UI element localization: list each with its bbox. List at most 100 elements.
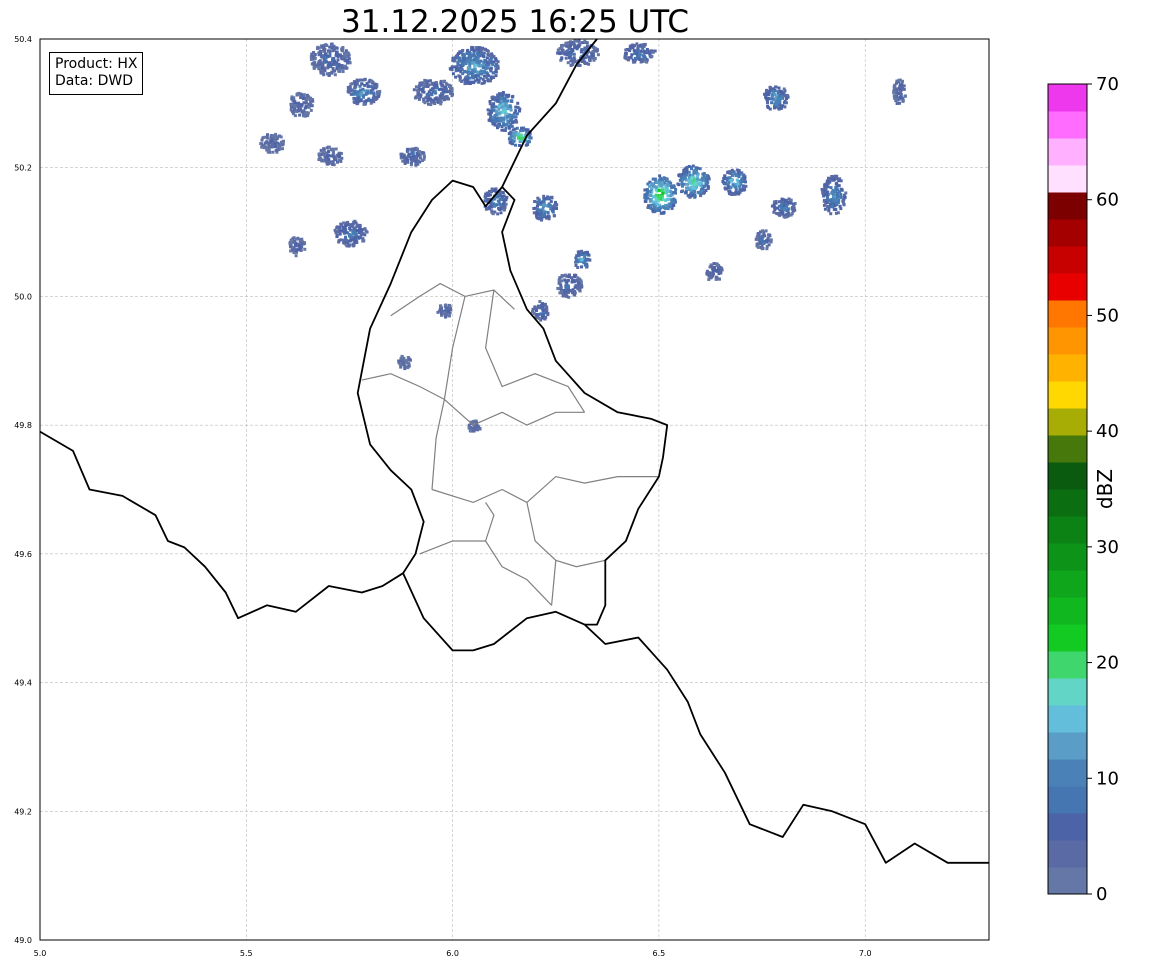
radar-pixel (552, 214, 556, 218)
radar-pixel (536, 208, 540, 212)
radar-pixel (353, 236, 357, 240)
radar-pixel (444, 303, 448, 307)
radar-pixel (661, 189, 665, 192)
radar-pixel (730, 193, 734, 196)
radar-pixel (341, 57, 344, 61)
radar-pixel (417, 150, 421, 153)
radar-pixel (727, 171, 731, 175)
radar-pixel (633, 57, 637, 60)
radar-pixel (693, 194, 697, 198)
x-axis-ticks: 5.0 5.5 6.0 6.5 7.0 (34, 949, 872, 958)
radar-pixel (566, 285, 570, 289)
radar-pixel (539, 214, 543, 218)
colorbar-swatch (1048, 246, 1087, 274)
radar-pixel (662, 206, 666, 210)
radar-pixel (637, 55, 641, 59)
radar-pixel (687, 170, 691, 174)
radar-pixel (355, 82, 359, 86)
radar-pixel (756, 232, 760, 236)
radar-pixel (833, 174, 837, 178)
radar-pixel (744, 184, 748, 188)
radar-pixel (295, 248, 299, 252)
radar-pixel (825, 193, 828, 197)
radar-pixel (515, 120, 519, 124)
radar-pixel (468, 55, 472, 58)
radar-pixel (509, 124, 513, 128)
radar-pixel (664, 177, 668, 181)
radar-pixel (660, 183, 664, 187)
radar-pixel (648, 184, 652, 188)
radar-pixel (267, 147, 271, 151)
radar-pixel (654, 197, 658, 201)
radar-pixel (516, 105, 520, 109)
radar-pixel (682, 168, 686, 172)
radar-pixel (327, 73, 331, 77)
radar-pixel (789, 198, 793, 202)
radar-pixel (322, 68, 326, 72)
radar-pixel (433, 90, 437, 93)
radar-pixel (514, 143, 517, 147)
radar-pixel (774, 201, 778, 205)
radar-pixel (462, 57, 466, 61)
radar-pixel (474, 425, 478, 429)
radar-pixel (344, 49, 348, 53)
radar-pixel (490, 96, 494, 100)
radar-pixel (442, 312, 446, 316)
radar-pixel (475, 46, 479, 50)
radar-pixel (491, 212, 495, 215)
colorbar-swatch (1048, 516, 1087, 544)
radar-pixel (353, 91, 357, 95)
radar-pixel (596, 53, 600, 57)
radar-pixel (830, 175, 834, 178)
radar-pixel (339, 159, 343, 163)
radar-pixel (502, 116, 506, 120)
radar-pixel (668, 202, 672, 206)
radar-pixel (422, 154, 426, 158)
radar-pixel (737, 169, 741, 173)
radar-pixel (327, 49, 331, 53)
radar-pixel (540, 218, 543, 222)
radar-pixel (311, 54, 315, 58)
radar-pixel (300, 103, 304, 107)
radar-pixel (657, 196, 661, 200)
radar-pixel (685, 170, 689, 174)
radar-pixel (538, 300, 542, 303)
radar-pixel (838, 204, 842, 208)
radar-pixel (469, 58, 473, 62)
radar-pixel (506, 119, 510, 123)
radar-pixel (301, 97, 305, 101)
radar-pixel (349, 89, 353, 93)
radar-pixel (524, 143, 528, 147)
radar-pixel (501, 123, 505, 127)
radar-pixel (722, 176, 726, 180)
radar-map-figure: 5.0 5.5 6.0 6.5 7.0 49.0 49.2 49.4 49.6 49.8 50.0… (14, 35, 1119, 958)
radar-pixel (486, 198, 490, 201)
radar-pixel (895, 102, 899, 105)
radar-pixel (826, 198, 829, 201)
radar-pixel (493, 123, 497, 127)
radar-pixel (672, 197, 676, 201)
radar-pixel (327, 145, 331, 149)
radar-pixel (690, 167, 693, 171)
y-tick-label: 49.6 (14, 550, 32, 559)
radar-pixel (290, 97, 294, 101)
radar-pixel (569, 63, 573, 67)
radar-pixel (333, 69, 337, 73)
radar-pixel (497, 107, 501, 111)
radar-pixel (346, 89, 350, 93)
radar-pixel (358, 84, 362, 88)
radar-pixel (456, 60, 460, 64)
x-tick-label: 6.0 (446, 949, 459, 958)
radar-pixel (418, 156, 422, 160)
radar-pixel (587, 253, 591, 257)
radar-pixel (293, 104, 297, 107)
radar-pixel (572, 52, 576, 56)
radar-pixel (439, 312, 443, 315)
radar-pixel (350, 223, 354, 226)
radar-pixel (415, 147, 419, 151)
x-tick-label: 6.5 (653, 949, 666, 958)
radar-pixel (777, 212, 781, 216)
radar-pixel (360, 78, 364, 82)
radar-pixel (448, 314, 451, 318)
radar-pixel (832, 198, 836, 202)
